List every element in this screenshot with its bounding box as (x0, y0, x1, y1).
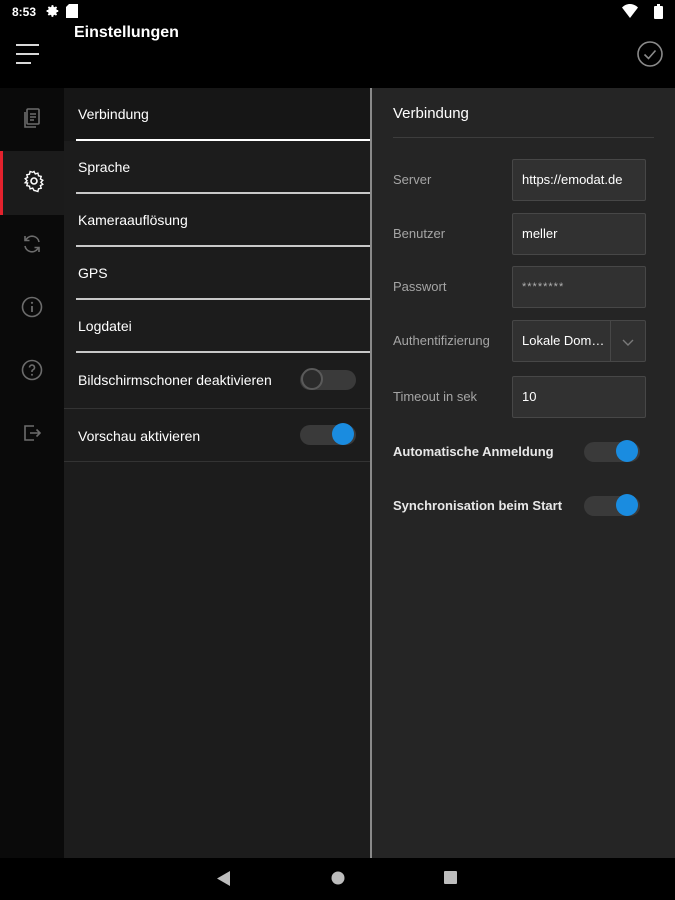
rail-item-info[interactable] (0, 277, 64, 341)
auth-select[interactable]: Lokale Domäne (512, 320, 646, 362)
server-label: Server (393, 172, 432, 187)
settings-gear-icon (22, 169, 46, 198)
documents-icon (20, 106, 44, 135)
status-time: 8:53 (12, 5, 37, 19)
app-bar: Einstellungen (0, 24, 675, 88)
battery-icon (654, 4, 663, 24)
menu-item-kameraaufloesung[interactable]: Kameraauflösung (64, 194, 370, 247)
rail-item-sync[interactable] (0, 214, 64, 278)
menu-item-label: Kameraauflösung (78, 212, 188, 228)
switch-label: Bildschirmschoner deaktivieren (78, 372, 272, 388)
gear-icon (46, 4, 60, 23)
check-circle-icon[interactable] (637, 41, 663, 67)
switch-row-bildschirmschoner: Bildschirmschoner deaktivieren (64, 353, 370, 409)
menu-item-label: Verbindung (78, 106, 149, 122)
settings-menu: Verbindung Sprache Kameraauflösung GPS L… (64, 88, 370, 858)
auth-selected-value: Lokale Domäne (522, 333, 610, 348)
chevron-down-icon (621, 335, 635, 349)
back-icon[interactable] (217, 871, 231, 891)
screensaver-toggle[interactable] (300, 367, 356, 391)
heading-divider (393, 137, 654, 138)
sd-card-icon (66, 4, 78, 23)
timeout-label: Timeout in sek (393, 389, 478, 404)
menu-item-gps[interactable]: GPS (64, 247, 370, 300)
switch-row-vorschau: Vorschau aktivieren (64, 409, 370, 462)
auto-login-row: Automatische Anmeldung (393, 437, 646, 467)
menu-item-verbindung[interactable]: Verbindung (64, 88, 370, 141)
timeout-row: Timeout in sek 10 (393, 376, 646, 418)
detail-panel: Verbindung Server https://emodat.de Benu… (372, 88, 675, 858)
sync-icon (20, 232, 44, 261)
rail-item-settings[interactable] (0, 151, 64, 215)
password-label: Passwort (393, 279, 447, 294)
auto-login-toggle[interactable] (584, 439, 640, 463)
divider (64, 461, 370, 462)
menu-item-label: Sprache (78, 159, 131, 175)
switch-label: Vorschau aktivieren (78, 428, 201, 444)
rail-item-logout[interactable] (0, 403, 64, 467)
timeout-input[interactable]: 10 (512, 376, 646, 418)
info-icon (20, 295, 44, 324)
user-input[interactable]: meller (512, 213, 646, 255)
detail-heading: Verbindung (393, 105, 469, 122)
auth-row: Authentifizierung Lokale Domäne (393, 320, 646, 362)
logout-icon (20, 421, 44, 450)
sync-start-row: Synchronisation beim Start (393, 491, 646, 521)
sync-start-label: Synchronisation beim Start (393, 498, 563, 513)
password-row: Passwort ******** (393, 266, 646, 308)
recents-icon[interactable] (444, 871, 457, 889)
server-row: Server https://emodat.de (393, 159, 646, 201)
rail-item-documents[interactable] (0, 88, 64, 152)
hamburger-menu-icon[interactable] (16, 44, 40, 66)
rail-item-help[interactable] (0, 340, 64, 404)
home-icon[interactable] (331, 871, 345, 890)
preview-toggle[interactable] (300, 422, 356, 446)
auth-label: Authentifizierung (393, 333, 490, 348)
auto-login-label: Automatische Anmeldung (393, 444, 554, 459)
icon-rail (0, 88, 64, 858)
menu-item-label: GPS (78, 265, 108, 281)
help-icon (20, 358, 44, 387)
server-input[interactable]: https://emodat.de (512, 159, 646, 201)
menu-item-sprache[interactable]: Sprache (64, 141, 370, 194)
user-row: Benutzer meller (393, 213, 646, 255)
password-input[interactable]: ******** (512, 266, 646, 308)
page-title: Einstellungen (74, 24, 179, 41)
status-bar: 8:53 (0, 0, 675, 24)
menu-item-label: Logdatei (78, 318, 132, 334)
navigation-bar (0, 858, 675, 900)
menu-item-logdatei[interactable]: Logdatei (64, 300, 370, 353)
sync-start-toggle[interactable] (584, 493, 640, 517)
wifi-icon (622, 4, 638, 23)
user-label: Benutzer (393, 226, 446, 241)
